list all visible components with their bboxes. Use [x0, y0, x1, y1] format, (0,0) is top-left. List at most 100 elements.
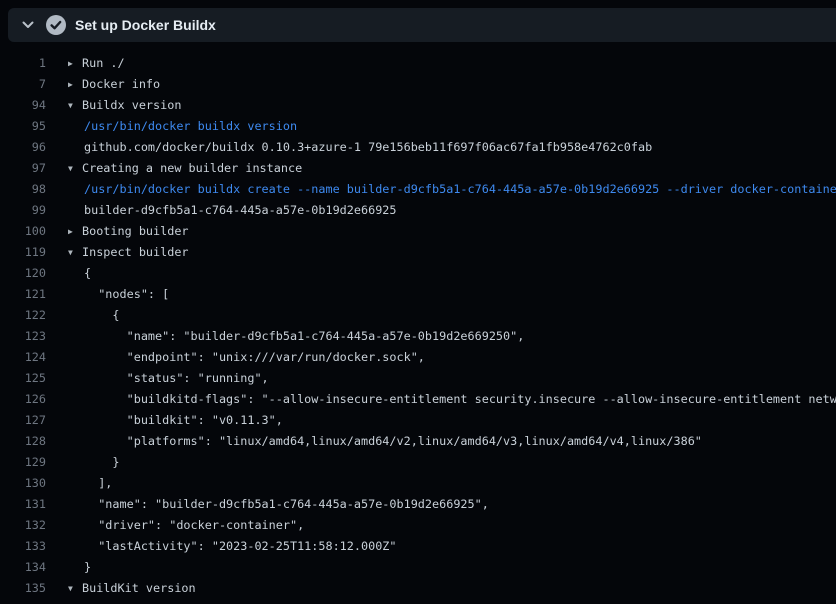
- group-title[interactable]: Booting builder: [82, 224, 189, 238]
- output-text: "buildkit": "v0.11.3",: [68, 410, 836, 431]
- line-number[interactable]: 97: [0, 158, 46, 179]
- line-number[interactable]: 131: [0, 494, 46, 515]
- group-title[interactable]: Buildx version: [82, 98, 181, 112]
- group-title[interactable]: Inspect builder: [82, 245, 189, 259]
- group-collapsed-triangle-icon[interactable]: ▶: [68, 74, 82, 95]
- log-line: 119 ▼Inspect builder: [0, 242, 836, 263]
- log-line: 94 ▼Buildx version: [0, 95, 836, 116]
- output-text: ],: [68, 473, 836, 494]
- line-number[interactable]: 122: [0, 305, 46, 326]
- log-line: 134 }: [0, 557, 836, 578]
- line-number[interactable]: 99: [0, 200, 46, 221]
- line-number[interactable]: 132: [0, 515, 46, 536]
- log-line: 99 builder-d9cfb5a1-c764-445a-a57e-0b19d…: [0, 200, 836, 221]
- log-group-header[interactable]: ▶Booting builder: [68, 221, 836, 242]
- line-number[interactable]: 7: [0, 74, 46, 95]
- log-line: 124 "endpoint": "unix:///var/run/docker.…: [0, 347, 836, 368]
- line-number[interactable]: 95: [0, 116, 46, 137]
- line-number[interactable]: 100: [0, 221, 46, 242]
- log-line: 130 ],: [0, 473, 836, 494]
- log-line: 126 "buildkitd-flags": "--allow-insecure…: [0, 389, 836, 410]
- group-expanded-triangle-icon[interactable]: ▼: [68, 242, 82, 263]
- output-text: {: [68, 305, 836, 326]
- log-line: 121 "nodes": [: [0, 284, 836, 305]
- log-line: 135 ▼BuildKit version: [0, 578, 836, 599]
- log-line: 129 }: [0, 452, 836, 473]
- output-text: }: [68, 557, 836, 578]
- line-number[interactable]: 119: [0, 242, 46, 263]
- group-title[interactable]: BuildKit version: [82, 581, 196, 595]
- line-number[interactable]: 1: [0, 53, 46, 74]
- line-number[interactable]: 124: [0, 347, 46, 368]
- log-line: 128 "platforms": "linux/amd64,linux/amd6…: [0, 431, 836, 452]
- group-expanded-triangle-icon[interactable]: ▼: [68, 578, 82, 599]
- log-group-header[interactable]: ▼Inspect builder: [68, 242, 836, 263]
- group-expanded-triangle-icon[interactable]: ▼: [68, 158, 82, 179]
- output-text: builder-d9cfb5a1-c764-445a-a57e-0b19d2e6…: [68, 200, 836, 221]
- log-line: 1 ▶Run ./: [0, 53, 836, 74]
- line-number[interactable]: 135: [0, 578, 46, 599]
- log-line: 95 /usr/bin/docker buildx version: [0, 116, 836, 137]
- line-number[interactable]: 133: [0, 536, 46, 557]
- command-text: /usr/bin/docker buildx version: [68, 116, 836, 137]
- log-line: 125 "status": "running",: [0, 368, 836, 389]
- line-number[interactable]: 120: [0, 263, 46, 284]
- log-line: 97 ▼Creating a new builder instance: [0, 158, 836, 179]
- log-group-header[interactable]: ▶Run ./: [68, 53, 836, 74]
- output-text: "name": "builder-d9cfb5a1-c764-445a-a57e…: [68, 326, 836, 347]
- line-number[interactable]: 130: [0, 473, 46, 494]
- log-line: 133 "lastActivity": "2023-02-25T11:58:12…: [0, 536, 836, 557]
- log-group-header[interactable]: ▶Docker info: [68, 74, 836, 95]
- actions-log-viewer: Set up Docker Buildx 1 ▶Run ./ 7 ▶Docker…: [0, 0, 836, 604]
- log-line: 7 ▶Docker info: [0, 74, 836, 95]
- log-line: 120 {: [0, 263, 836, 284]
- line-number[interactable]: 136: [0, 599, 46, 604]
- log-line: 132 "driver": "docker-container",: [0, 515, 836, 536]
- output-text: "name": "builder-d9cfb5a1-c764-445a-a57e…: [68, 494, 836, 515]
- log-line: 96 github.com/docker/buildx 0.10.3+azure…: [0, 137, 836, 158]
- log-group-header[interactable]: ▼Creating a new builder instance: [68, 158, 836, 179]
- line-number[interactable]: 134: [0, 557, 46, 578]
- log-area[interactable]: 1 ▶Run ./ 7 ▶Docker info 94 ▼Buildx vers…: [0, 42, 836, 604]
- success-check-icon: [46, 15, 66, 35]
- log-line: 98 /usr/bin/docker buildx create --name …: [0, 179, 836, 200]
- output-text: "platforms": "linux/amd64,linux/amd64/v2…: [68, 431, 836, 452]
- output-text: "status": "running",: [68, 368, 836, 389]
- output-text: "driver": "docker-container",: [68, 515, 836, 536]
- output-text: {: [68, 263, 836, 284]
- line-number[interactable]: 96: [0, 137, 46, 158]
- output-text: "lastActivity": "2023-02-25T11:58:12.000…: [68, 536, 836, 557]
- line-number[interactable]: 126: [0, 389, 46, 410]
- group-collapsed-triangle-icon[interactable]: ▶: [68, 221, 82, 242]
- output-text: "endpoint": "unix:///var/run/docker.sock…: [68, 347, 836, 368]
- group-title[interactable]: Creating a new builder instance: [82, 161, 302, 175]
- log-group-header[interactable]: ▼Buildx version: [68, 95, 836, 116]
- line-number[interactable]: 128: [0, 431, 46, 452]
- output-text: github.com/docker/buildx 0.10.3+azure-1 …: [68, 137, 836, 158]
- log-line: 100 ▶Booting builder: [0, 221, 836, 242]
- line-number[interactable]: 94: [0, 95, 46, 116]
- line-number[interactable]: 98: [0, 179, 46, 200]
- log-line: 123 "name": "builder-d9cfb5a1-c764-445a-…: [0, 326, 836, 347]
- output-text: builder-d9cfb5a1-c764-445a-a57e-0b19d2e6…: [68, 599, 836, 604]
- output-text: "nodes": [: [68, 284, 836, 305]
- output-text: }: [68, 452, 836, 473]
- step-title: Set up Docker Buildx: [75, 17, 216, 33]
- line-number[interactable]: 129: [0, 452, 46, 473]
- log-line: 131 "name": "builder-d9cfb5a1-c764-445a-…: [0, 494, 836, 515]
- command-text: /usr/bin/docker buildx create --name bui…: [68, 179, 836, 200]
- group-expanded-triangle-icon[interactable]: ▼: [68, 95, 82, 116]
- group-collapsed-triangle-icon[interactable]: ▶: [68, 53, 82, 74]
- log-line: 136 builder-d9cfb5a1-c764-445a-a57e-0b19…: [0, 599, 836, 604]
- line-number[interactable]: 123: [0, 326, 46, 347]
- line-number[interactable]: 125: [0, 368, 46, 389]
- chevron-down-icon[interactable]: [20, 17, 36, 33]
- log-group-header[interactable]: ▼BuildKit version: [68, 578, 836, 599]
- line-number[interactable]: 127: [0, 410, 46, 431]
- log-line: 127 "buildkit": "v0.11.3",: [0, 410, 836, 431]
- step-header[interactable]: Set up Docker Buildx: [8, 8, 836, 42]
- output-text: "buildkitd-flags": "--allow-insecure-ent…: [68, 389, 836, 410]
- group-title[interactable]: Run ./: [82, 56, 125, 70]
- line-number[interactable]: 121: [0, 284, 46, 305]
- group-title[interactable]: Docker info: [82, 77, 160, 91]
